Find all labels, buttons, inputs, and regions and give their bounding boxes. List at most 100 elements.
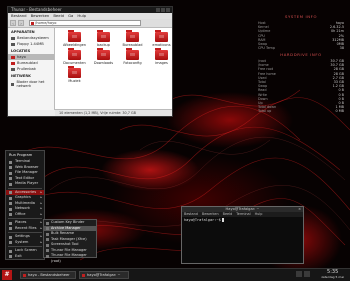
file-manager-window[interactable]: Thunar - Bestandsbeheer Bestand Bewerken…	[7, 6, 173, 117]
menu-help[interactable]: Hulp	[77, 13, 86, 19]
folder-icon	[68, 30, 81, 42]
conky-row: Total up 0 MB	[258, 109, 344, 113]
folder-item[interactable]: backup	[90, 30, 117, 47]
terminal-menu-edit[interactable]: Bewerken	[202, 212, 219, 217]
submenu-item-label: Task Manager (Xfce)	[51, 236, 87, 241]
conky-value: 0 MB	[335, 109, 345, 114]
folder-icon	[97, 30, 110, 42]
start-menu-item-label: Graphics	[15, 195, 31, 199]
accessories-submenu: Custom Key Binder Archive Manager Bulk Ren…	[43, 219, 97, 263]
folder-item[interactable]: images	[148, 48, 175, 65]
volume-icon[interactable]	[296, 271, 302, 277]
run-program-item[interactable]: Run Program	[6, 151, 44, 159]
start-menu-item-label: System	[15, 239, 29, 244]
folder-item[interactable]: Muziek	[61, 66, 88, 83]
sidebar-item-label: Prullenbak	[17, 67, 36, 71]
file-manager-statusbar: 10 elementen (1,2 MB), Vrije ruimte: 30,…	[55, 109, 172, 116]
start-menu-item-label: Multimedia	[15, 200, 35, 205]
folder-icon	[97, 48, 110, 60]
terminal-menu-help[interactable]: Hulp	[255, 212, 263, 217]
folder-icon	[126, 48, 139, 60]
menu-go[interactable]: Ga	[68, 13, 73, 19]
folder-item[interactable]: Fotoconfig	[119, 48, 146, 65]
harddisk-icon	[11, 36, 15, 40]
folder-item[interactable]: emoticons	[148, 30, 175, 47]
start-menu-item[interactable]: Recent Files ▸	[6, 226, 44, 232]
terminal-output[interactable]: hayo@Trafalgar:~$	[182, 217, 303, 223]
terminal-menu-terminal[interactable]: Terminal	[236, 212, 250, 217]
terminal-menu-view[interactable]: Beeld	[223, 212, 233, 217]
home-folder-icon	[31, 22, 34, 25]
taskbar-item-file-manager[interactable]: hayo - Bestandsbeheer	[20, 271, 76, 279]
sidebar-section-header: LOCATIES	[11, 49, 31, 53]
folder-icon	[68, 66, 81, 78]
file-manager-titlebar[interactable]: Thunar - Bestandsbeheer	[8, 7, 172, 13]
start-menu-item[interactable]: Exit	[6, 254, 44, 260]
folder-icon	[155, 30, 168, 42]
location-bar[interactable]: /home/hayo	[29, 20, 141, 26]
sidebar-section-header: APPARATEN	[11, 30, 35, 34]
folder-icon	[68, 48, 81, 60]
start-menu-item[interactable]: System ▸	[6, 240, 44, 246]
start-menu-button[interactable]: #	[2, 270, 12, 280]
file-manager-toolbar: ‹ › /home/hayo	[8, 19, 172, 28]
folder-label: backup	[97, 43, 110, 47]
close-icon[interactable]: ×	[298, 207, 301, 212]
chevron-right-icon: ▸	[40, 239, 42, 244]
folder-label: emoticons	[152, 43, 171, 47]
folder-icon	[155, 48, 168, 60]
start-menu-item-label: Lock Screen	[15, 248, 37, 252]
taskbar: # hayo - Bestandsbeheer hayo@Trafalgar: …	[0, 268, 350, 281]
menu-edit[interactable]: Bewerken	[31, 13, 50, 19]
folder-item[interactable]: Bureaublad	[119, 30, 146, 47]
conky-drives-header: HARDDRIVE INFO	[280, 52, 322, 57]
start-menu-item-label: Settings	[15, 234, 30, 238]
menu-view[interactable]: Beeld	[53, 13, 64, 19]
close-icon[interactable]	[166, 8, 170, 12]
forward-button[interactable]: ›	[18, 20, 24, 26]
window-title: Thunar - Bestandsbeheer	[11, 7, 62, 12]
start-menu-item-label: Text Editor	[15, 175, 35, 180]
folder-item[interactable]: Downloads	[90, 48, 117, 65]
folder-label: Bureaublad	[122, 43, 143, 47]
sidebar-item-label: Blader door het netwerk	[16, 80, 45, 88]
chevron-right-icon: ▸	[40, 211, 42, 216]
folder-item[interactable]: Documenten	[61, 48, 88, 65]
start-menu-item-label: Office	[15, 211, 26, 216]
conky-system-panel: SYSTEM INFO Host hayo Kernel 2.6.32-5 Uptime…	[258, 14, 344, 50]
file-manager-content: Afbeeldingen backup Bureaublad emoticons Doc…	[55, 28, 172, 110]
start-menu-item-label: Terminal	[15, 159, 31, 163]
floppy-icon	[11, 42, 15, 46]
sidebar-item[interactable]: Blader door het netwerk	[8, 79, 54, 89]
terminal-window[interactable]: Hayo@Trafalgar: ~ × Bestand Bewerken Bee…	[181, 206, 304, 264]
file-manager-sidebar: APPARATEN Bestandssysteem Floppy 1.44MB LOC…	[8, 28, 55, 110]
folder-label: Afbeeldingen	[62, 43, 86, 47]
conky-label: CPU Temp	[258, 46, 276, 51]
minimize-icon[interactable]	[156, 8, 160, 12]
trash-icon	[11, 67, 15, 71]
menu-file[interactable]: Bestand	[11, 13, 27, 19]
back-button[interactable]: ‹	[10, 20, 16, 26]
start-menu: Run Program Terminal Web Browser File Mana…	[5, 150, 45, 260]
submenu-item-label: Screenshot Tool	[51, 242, 79, 246]
sidebar-item-label: Floppy 1.44MB	[17, 42, 44, 46]
clock[interactable]: 5:35 zaterdag 5 mei	[321, 269, 344, 279]
start-menu-item-label: Exit	[15, 253, 22, 258]
start-menu-item[interactable]: Office ▸	[6, 212, 44, 218]
network-icon	[11, 82, 15, 86]
folder-item[interactable]: Afbeeldingen	[61, 30, 88, 47]
folder-icon	[126, 30, 139, 42]
submenu-item-label: Bulk Rename	[51, 231, 75, 235]
network-icon[interactable]	[304, 271, 310, 277]
terminal-menu-file[interactable]: Bestand	[184, 212, 198, 217]
start-menu-item-label: File Manager	[15, 170, 38, 174]
folder-label: Downloads	[93, 61, 114, 65]
maximize-icon[interactable]	[161, 8, 165, 12]
folder-grid: Afbeeldingen backup Bureaublad emoticons Doc…	[55, 28, 172, 83]
location-path: /home/hayo	[35, 21, 57, 25]
start-menu-item[interactable]: Media Player	[6, 181, 44, 187]
sidebar-section-header: NETWERK	[11, 74, 31, 78]
terminal-titlebar[interactable]: Hayo@Trafalgar: ~ ×	[182, 207, 303, 212]
taskbar-item-terminal[interactable]: hayo@Trafalgar: ~	[79, 271, 129, 279]
submenu-item[interactable]: Thunar File Manager (root)	[44, 253, 96, 263]
